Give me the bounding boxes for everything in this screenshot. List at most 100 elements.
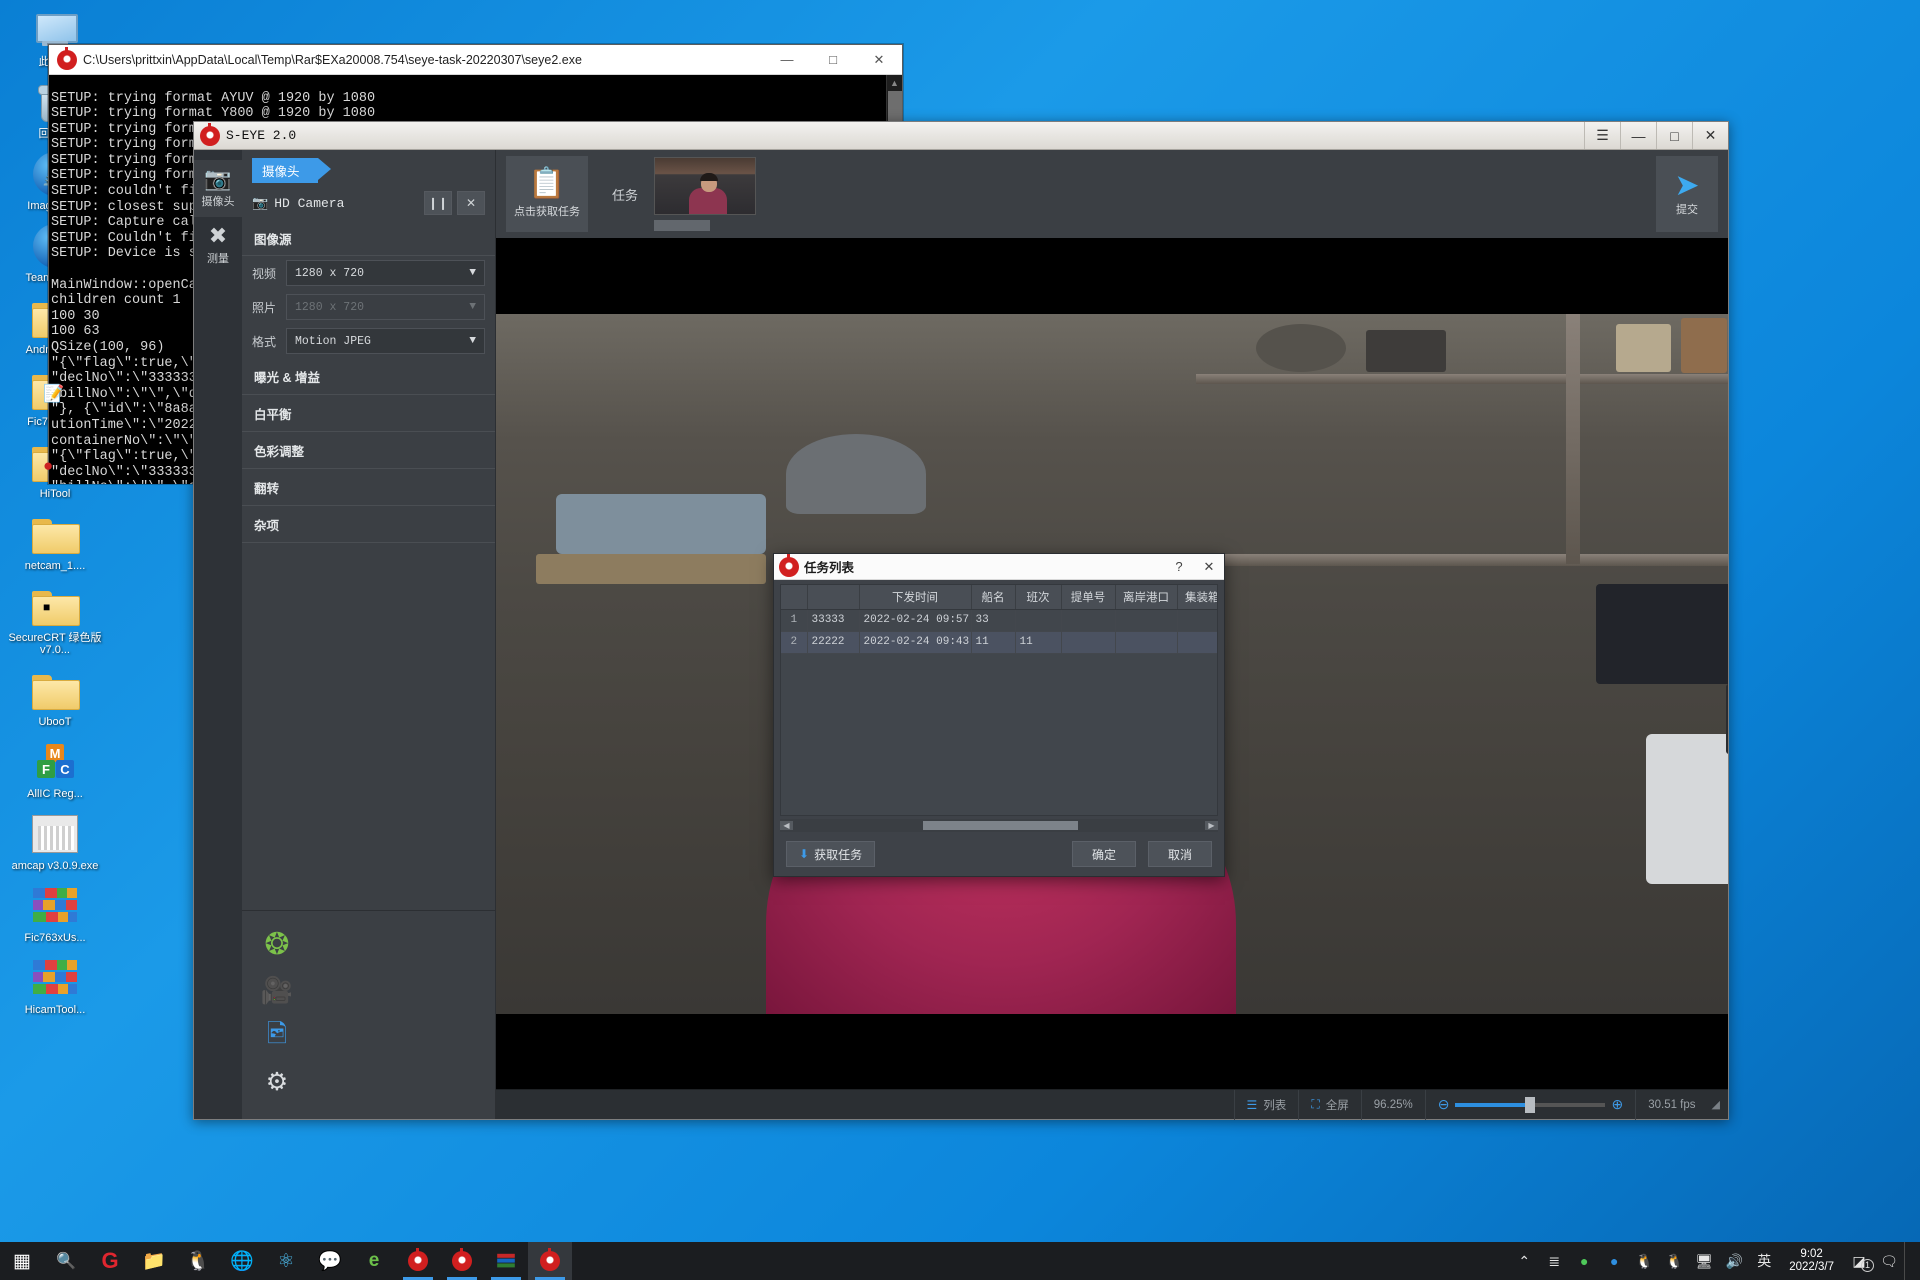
video-resolution-select[interactable]: 1280 x 720 ▼	[286, 260, 485, 286]
qq-icon[interactable]: 🐧	[176, 1242, 220, 1280]
ok-button[interactable]: 确定	[1072, 841, 1136, 867]
hscrollbar-track[interactable]	[793, 821, 1205, 830]
app-logo-icon	[57, 46, 77, 70]
wechat-tray-icon[interactable]: ●	[1569, 1242, 1599, 1280]
fetch-task-button[interactable]: ⬇ 获取任务	[786, 841, 876, 867]
console-maximize-button[interactable]: □	[810, 45, 856, 75]
show-desktop-button[interactable]	[1904, 1242, 1914, 1280]
qq-tray-icon-2[interactable]: 🐧	[1659, 1242, 1689, 1280]
desktop-icon-allic-reg[interactable]: M F C AllIC Reg...	[3, 738, 107, 800]
desktop-icon-fic763xus[interactable]: Fic763xUs...	[3, 882, 107, 944]
ime-language-icon[interactable]: 英	[1749, 1242, 1779, 1280]
seye-taskbar-icon-1[interactable]	[396, 1242, 440, 1280]
list-view-button[interactable]: ☰ 列表	[1233, 1089, 1299, 1120]
windows-taskbar[interactable]: ▦ 🔍 G 📁 🐧 🌐 ⚛ 💬 e ⌃ ≣ ● ● 🐧 🐧 🖥 🔊 英 9:02…	[0, 1242, 1920, 1280]
desktop-icon-securecrt[interactable]: ■ SecureCRT 绿色版 v7.0...	[3, 582, 107, 656]
file-explorer-icon[interactable]: 📁	[132, 1242, 176, 1280]
volume-icon[interactable]: 🔊	[1719, 1242, 1749, 1280]
scroll-right-arrow-icon[interactable]: ▶	[1205, 821, 1218, 830]
edge-icon[interactable]: e	[352, 1242, 396, 1280]
submit-button-label: 提交	[1676, 204, 1698, 216]
notification-count-icon[interactable]: ◪ 1	[1844, 1242, 1874, 1280]
col-container-no[interactable]: 集装箱号	[1177, 585, 1217, 610]
gmarket-icon[interactable]: G	[88, 1242, 132, 1280]
seye-minimize-button[interactable]: —	[1620, 122, 1656, 149]
console-minimize-button[interactable]: —	[764, 45, 810, 75]
zoom-in-icon[interactable]: ⊕	[1611, 1096, 1623, 1113]
rail-item-measure[interactable]: ✖ 测量	[194, 217, 242, 274]
settings-sliders-icon[interactable]: ≣	[1539, 1242, 1569, 1280]
col-offshore-port[interactable]: 离岸港口	[1115, 585, 1178, 610]
col-code[interactable]	[807, 585, 860, 610]
col-shift[interactable]: 班次	[1015, 585, 1062, 610]
taskbar-clock[interactable]: 9:02 2022/3/7	[1779, 1248, 1844, 1274]
snapshot-icon[interactable]: ❂	[254, 921, 300, 967]
settings-scroll-area: 摄像头 📷 HD Camera ❙❙ ✕ 图像源 视频 1280 x 720 ▼	[242, 150, 495, 910]
desktop-icon-hicamtool[interactable]: HicamTool...	[3, 954, 107, 1016]
settings-gear-icon[interactable]: ⚙	[254, 1059, 300, 1105]
blue-circle-icon[interactable]: ●	[1599, 1242, 1629, 1280]
table-row[interactable]: 2 22222 2022-02-24 09:43:52 11 11 1	[781, 631, 1217, 654]
task-table-horizontal-scrollbar[interactable]: ◀ ▶	[780, 819, 1218, 832]
seye-close-button[interactable]: ✕	[1692, 122, 1728, 149]
desktop-icon-uboot[interactable]: UbooT	[3, 666, 107, 728]
desktop-icon-amcap[interactable]: Microsoft amcap v3.0.9.exe	[3, 810, 107, 872]
console-close-button[interactable]: ✕	[856, 45, 902, 75]
zoom-slider-knob[interactable]	[1525, 1096, 1536, 1113]
table-row[interactable]: 1 33333 2022-02-24 09:57:52 33 4	[781, 609, 1217, 632]
pause-stream-button[interactable]: ❙❙	[424, 191, 452, 215]
col-ship-name[interactable]: 船名	[971, 585, 1016, 610]
action-center-icon[interactable]: 🗨	[1874, 1242, 1904, 1280]
section-misc[interactable]: 杂项	[242, 506, 495, 543]
browser-icon[interactable]: 🌐	[220, 1242, 264, 1280]
section-exposure-gain[interactable]: 曝光 & 增益	[242, 358, 495, 395]
submit-button[interactable]: ➤ 提交	[1656, 156, 1718, 232]
get-task-button[interactable]: 📋 点击获取任务	[506, 156, 588, 232]
zoom-slider[interactable]	[1455, 1096, 1606, 1113]
seye-taskbar-icon-2[interactable]	[440, 1242, 484, 1280]
close-stream-button[interactable]: ✕	[457, 191, 485, 215]
seye-maximize-button[interactable]: □	[1656, 122, 1692, 149]
show-hidden-icons-button[interactable]: ⌃	[1509, 1242, 1539, 1280]
network-icon[interactable]: 🖥	[1689, 1242, 1719, 1280]
desktop-icon-netcam[interactable]: netcam_1....	[3, 510, 107, 572]
seye-active-taskbar-icon[interactable]	[528, 1242, 572, 1280]
scroll-up-arrow-icon[interactable]: ▲	[887, 75, 902, 91]
video-object	[1596, 583, 1728, 684]
record-video-icon[interactable]: 🎥	[254, 967, 300, 1013]
section-white-balance[interactable]: 白平衡	[242, 395, 495, 432]
start-button[interactable]: ▦	[0, 1242, 44, 1280]
format-select[interactable]: Motion JPEG ▼	[286, 328, 485, 354]
wechat-icon[interactable]: 💬	[308, 1242, 352, 1280]
task-thumbnail[interactable]	[654, 157, 757, 215]
atom-app-icon[interactable]: ⚛	[264, 1242, 308, 1280]
section-color-adjust[interactable]: 色彩调整	[242, 432, 495, 469]
hscrollbar-thumb[interactable]	[923, 821, 1078, 830]
col-dispatch-time[interactable]: 下发时间	[859, 585, 972, 610]
camera-icon: 📷	[204, 166, 232, 191]
scroll-left-arrow-icon[interactable]: ◀	[780, 821, 793, 830]
col-rownum[interactable]	[781, 585, 808, 610]
gallery-icon[interactable]: 🖻	[254, 1013, 300, 1059]
task-dialog-titlebar[interactable]: 任务列表 ? ✕	[774, 553, 1224, 580]
task-dialog-help-button[interactable]: ?	[1164, 554, 1194, 579]
desktop-icon-label: HiTool	[39, 488, 71, 500]
rail-item-camera[interactable]: 📷 摄像头	[194, 160, 242, 217]
camera-tab[interactable]: 摄像头	[252, 158, 330, 183]
resize-grip[interactable]: ◢	[1708, 1098, 1720, 1111]
qq-tray-icon-1[interactable]: 🐧	[1629, 1242, 1659, 1280]
cancel-button[interactable]: 取消	[1148, 841, 1212, 867]
winrar-taskbar-icon[interactable]	[484, 1242, 528, 1280]
zoom-out-icon[interactable]: ⊖	[1438, 1096, 1450, 1113]
fullscreen-button[interactable]: ⛶ 全屏	[1298, 1089, 1360, 1120]
task-table[interactable]: 下发时间 船名 班次 提单号 离岸港口 集装箱号 1 33333 2022-02…	[780, 584, 1218, 816]
col-bill-no[interactable]: 提单号	[1061, 585, 1116, 610]
seye-titlebar[interactable]: S-EYE 2.0 ☰ — □ ✕	[194, 122, 1728, 150]
task-list-dialog[interactable]: 任务列表 ? ✕ 下发时间 船名 班次 提单号 离岸港口 集装 1 33333 …	[773, 553, 1225, 877]
task-dialog-close-button[interactable]: ✕	[1194, 554, 1224, 579]
search-icon[interactable]: 🔍	[44, 1242, 88, 1280]
console-titlebar[interactable]: C:\Users\prittxin\AppData\Local\Temp\Rar…	[49, 45, 902, 75]
section-flip[interactable]: 翻转	[242, 469, 495, 506]
seye-menu-button[interactable]: ☰	[1584, 122, 1620, 149]
panel-tool-strip: ❂ 🎥 🖻 ⚙	[242, 910, 495, 1119]
